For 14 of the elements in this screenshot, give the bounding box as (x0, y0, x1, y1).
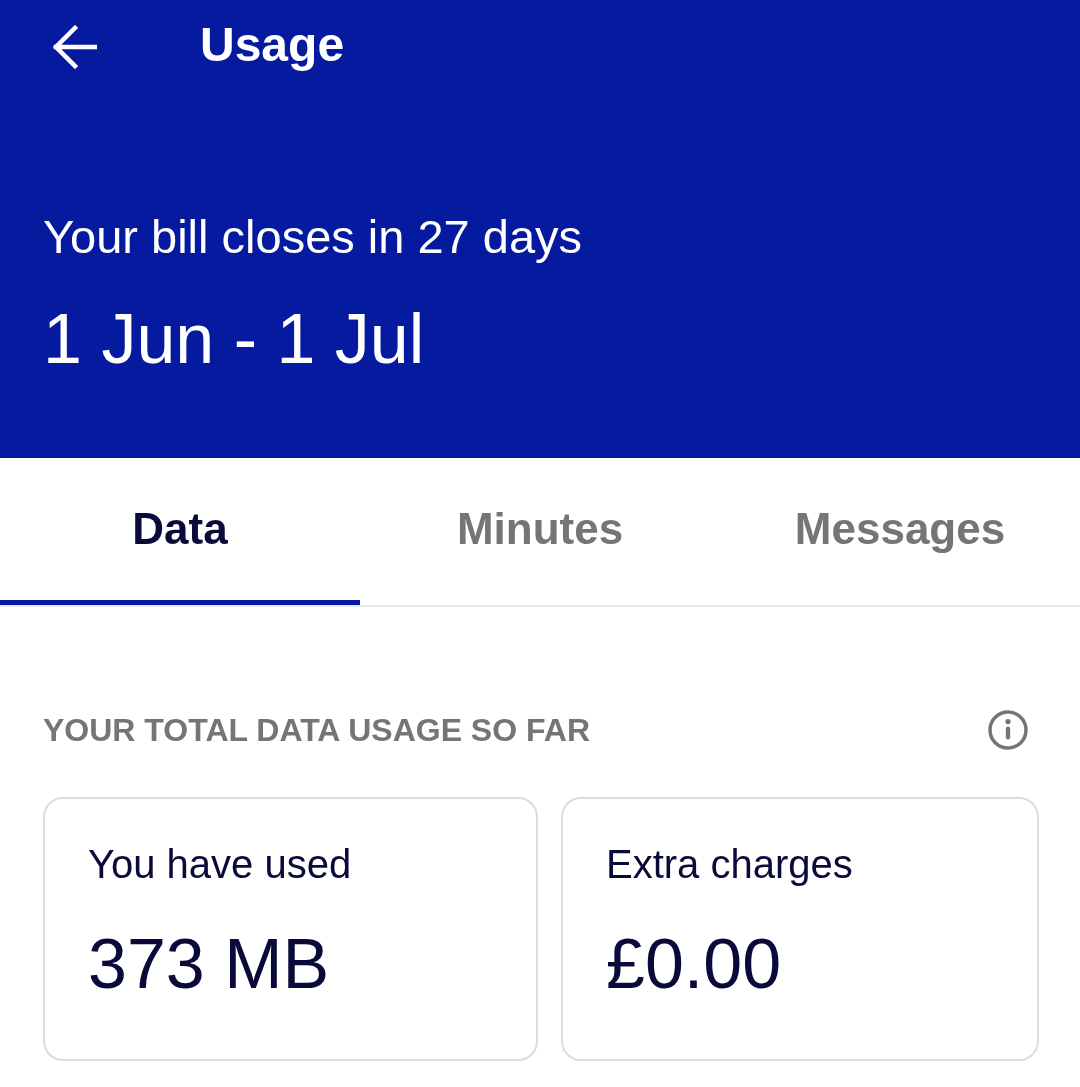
tab[interactable]: Messages (720, 458, 1080, 605)
info-icon[interactable] (988, 710, 1028, 750)
card-label: Extra charges (606, 841, 853, 888)
tab[interactable]: Minutes (360, 458, 720, 605)
billing-period: 1 Jun - 1 Jul (43, 299, 426, 379)
page-title: Usage (200, 17, 345, 73)
back-arrow-icon (53, 25, 97, 69)
bill-close-text: Your bill closes in 27 days (43, 209, 584, 265)
section-heading: YOUR TOTAL DATA USAGE SO FAR (43, 711, 590, 750)
card-value: £0.00 (606, 924, 782, 1004)
card-value: 373 MB (88, 924, 330, 1004)
card-label: You have used (88, 841, 352, 888)
back-button[interactable] (53, 25, 97, 69)
tab[interactable]: Data (0, 458, 360, 605)
